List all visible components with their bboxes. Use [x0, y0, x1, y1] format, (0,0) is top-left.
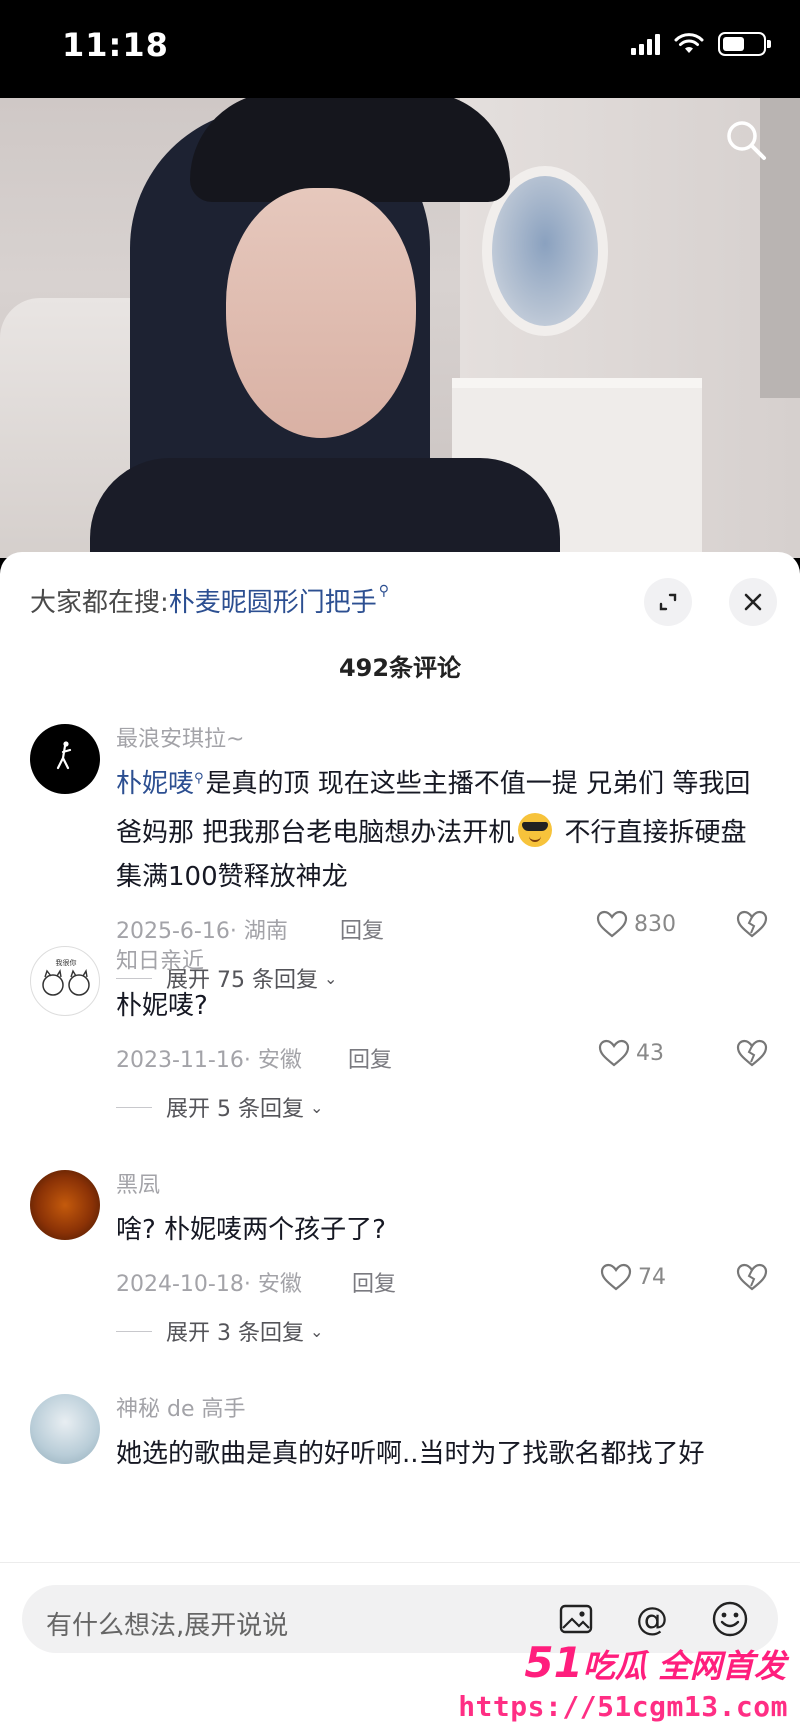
like-button[interactable]: 830: [596, 909, 676, 939]
dislike-button[interactable]: [736, 1262, 768, 1298]
status-time: 11:18: [62, 26, 169, 64]
like-count: 74: [638, 1264, 666, 1290]
heart-icon: [600, 1263, 632, 1291]
input-placeholder: 有什么想法,展开说说: [46, 1611, 289, 1641]
dislike-button[interactable]: [736, 1038, 768, 1074]
chevron-down-icon: ⌄: [309, 1097, 324, 1117]
broken-heart-icon: [736, 1039, 768, 1067]
heart-icon: [598, 1039, 630, 1067]
search-icon: ⚲: [378, 582, 390, 599]
expand-replies[interactable]: 展开 3 条回复 ⌄: [116, 1308, 776, 1354]
wifi-icon: [674, 33, 704, 53]
comment-text: 朴妮唛?: [116, 991, 208, 1021]
avatar[interactable]: 我很你: [30, 946, 100, 1016]
svg-text:我很你: 我很你: [56, 958, 77, 967]
search-icon[interactable]: [722, 116, 770, 164]
image-icon[interactable]: [556, 1599, 596, 1639]
comment-date: 2024-10-18· 安徽: [116, 1272, 302, 1297]
like-button[interactable]: 43: [598, 1038, 664, 1068]
broken-heart-icon: [736, 1263, 768, 1291]
broken-heart-icon: [736, 910, 768, 938]
comments-panel: 大家都在搜: 朴麦昵圆形门把手 ⚲ 492条评论 最浪安琪拉~ 朴妮唛⚲是真的顶…: [0, 552, 800, 1733]
comment-username[interactable]: 知日亲近: [116, 946, 776, 978]
video-player[interactable]: [0, 98, 800, 558]
status-bar: 11:18: [0, 0, 800, 98]
sunglasses-emoji-icon: [518, 813, 553, 847]
comment-username[interactable]: 黑凨: [116, 1170, 776, 1202]
watermark-brand: 51吃瓜 全网首发: [524, 1638, 786, 1687]
panel-header: 大家都在搜: 朴麦昵圆形门把手 ⚲: [0, 552, 800, 648]
jumpman-logo-icon: [56, 741, 72, 770]
search-icon: ⚲: [194, 771, 204, 786]
trend-prefix: 大家都在搜:: [30, 588, 169, 618]
reply-button[interactable]: 回复: [348, 1042, 392, 1074]
like-button[interactable]: 74: [600, 1262, 666, 1292]
reply-button[interactable]: 回复: [340, 913, 384, 945]
comment-date: 2023-11-16· 安徽: [116, 1048, 302, 1073]
like-count: 830: [634, 911, 676, 937]
heart-icon: [596, 910, 628, 938]
expand-replies[interactable]: 展开 5 条回复 ⌄: [116, 1084, 776, 1130]
avatar[interactable]: [30, 1394, 100, 1464]
reply-button[interactable]: 回复: [352, 1266, 396, 1298]
like-count: 43: [636, 1040, 664, 1066]
mention-link[interactable]: 朴妮唛: [116, 769, 194, 799]
cats-avatar-icon: 我很你: [42, 958, 90, 996]
comment-text: 啥? 朴妮唛两个孩子了?: [116, 1215, 386, 1245]
comment-text: 朴妮唛⚲是真的顶 现在这些主播不值一提 兄弟们 等我回爸妈那 把我那台老电脑想办…: [116, 769, 751, 892]
comment-username[interactable]: 最浪安琪拉~: [116, 724, 776, 756]
signal-icon: [631, 33, 660, 55]
status-icons: [631, 32, 771, 56]
chevron-down-icon: ⌄: [309, 1321, 324, 1341]
comment-date: 2025-6-16· 湖南: [116, 919, 288, 944]
trending-search[interactable]: 大家都在搜: 朴麦昵圆形门把手 ⚲: [30, 582, 389, 619]
close-icon: [744, 593, 762, 611]
comment-text: 她选的歌曲是真的好听啊..当时为了找歌名都找了好: [116, 1439, 705, 1469]
close-button[interactable]: [729, 578, 777, 626]
emoji-icon[interactable]: [710, 1599, 750, 1639]
avatar[interactable]: [30, 724, 100, 794]
comment-username[interactable]: 神秘 de 高手: [116, 1394, 776, 1426]
comment-count: 492条评论: [338, 654, 462, 682]
expand-icon: [659, 593, 677, 611]
watermark-url: https://51cgm13.com: [458, 1690, 788, 1723]
trend-query-link[interactable]: 朴麦昵圆形门把手: [169, 582, 377, 619]
mention-at-icon[interactable]: @: [632, 1599, 672, 1639]
battery-icon: [718, 32, 771, 56]
expand-button[interactable]: [644, 578, 692, 626]
watermark: 51吃瓜 全网首发 https://51cgm13.com: [458, 1638, 792, 1733]
avatar[interactable]: [30, 1170, 100, 1240]
dislike-button[interactable]: [736, 909, 768, 945]
